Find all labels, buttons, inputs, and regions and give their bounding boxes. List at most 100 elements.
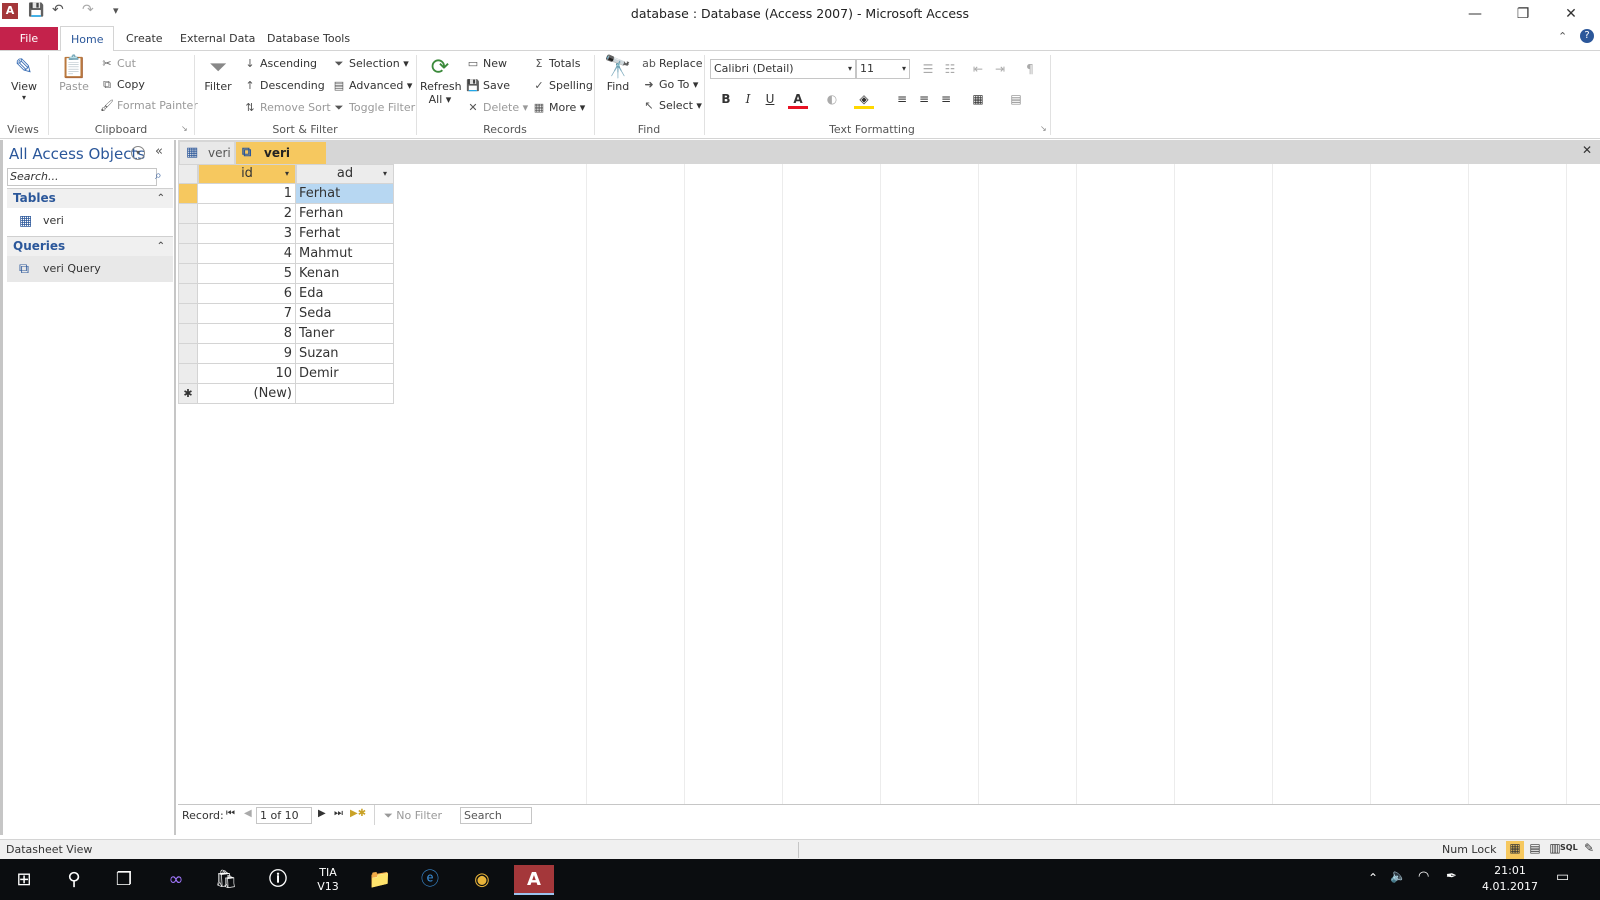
pivot-table-view-icon[interactable]: ▤ <box>1526 841 1544 855</box>
search-icon[interactable]: ⌕ <box>155 168 162 183</box>
numbering-icon[interactable]: ☷ <box>940 59 960 79</box>
nav-pane-menu-icon[interactable]: ▾ <box>131 146 145 160</box>
no-filter-indicator[interactable]: ⏷ No Filter <box>384 809 442 823</box>
tab-external-data[interactable]: External Data <box>170 26 265 51</box>
close-button[interactable]: ✕ <box>1548 0 1594 28</box>
refresh-all-button[interactable]: ⟳ Refresh All ▾ <box>420 55 462 106</box>
decrease-indent-icon[interactable]: ⇤ <box>968 59 988 79</box>
underline-button[interactable]: U <box>760 89 780 109</box>
nav-section-tables[interactable]: Tables ⌃ <box>7 188 173 208</box>
next-record-icon[interactable]: ▶ <box>318 808 326 819</box>
doc-tab-veri-query[interactable]: ⧉ veri Query <box>236 142 326 182</box>
cell-id[interactable]: 7 <box>198 304 296 324</box>
edge-icon[interactable]: ⓔ <box>410 865 450 895</box>
record-selector[interactable] <box>178 244 198 264</box>
column-header-id[interactable]: id ▾ <box>198 164 296 184</box>
gridlines-icon[interactable]: ▦ <box>968 89 988 109</box>
visual-studio-icon[interactable]: ∞ <box>156 865 196 895</box>
record-selector[interactable] <box>178 264 198 284</box>
store-icon[interactable]: 🛍 <box>206 865 246 895</box>
paragraph-direction-icon[interactable]: ¶ <box>1020 59 1040 79</box>
dialog-launcher-icon[interactable]: ↘ <box>1040 124 1047 133</box>
save-record-button[interactable]: 💾 Save <box>466 79 510 92</box>
shutter-bar-collapse-icon[interactable]: « <box>155 144 163 159</box>
italic-button[interactable]: I <box>738 89 758 109</box>
restore-button[interactable]: ❐ <box>1500 0 1546 28</box>
cell-id[interactable]: 1 <box>198 184 296 204</box>
tab-database-tools[interactable]: Database Tools <box>257 26 360 51</box>
cell-ad[interactable]: Ferhan <box>296 204 394 224</box>
record-selector[interactable] <box>178 324 198 344</box>
cell-ad[interactable]: Seda <box>296 304 394 324</box>
align-center-icon[interactable]: ≡ <box>914 89 934 109</box>
font-family-select[interactable]: Calibri (Detail) ▾ <box>710 59 856 79</box>
cell-ad[interactable]: Taner <box>296 324 394 344</box>
show-hidden-icons-icon[interactable]: ⌃ <box>1368 871 1378 885</box>
highlight-color-icon[interactable]: ◈ <box>854 89 874 109</box>
cut-button[interactable]: ✂ Cut <box>100 57 136 70</box>
cell-ad[interactable]: Demir <box>296 364 394 384</box>
tab-home[interactable]: Home <box>60 26 115 52</box>
network-icon[interactable]: ◠ <box>1418 869 1429 884</box>
record-selector[interactable] <box>178 224 198 244</box>
bold-button[interactable]: B <box>716 89 736 109</box>
cell-ad[interactable]: Eda <box>296 284 394 304</box>
toggle-filter-button[interactable]: ⏷ Toggle Filter <box>332 101 416 115</box>
action-center-icon[interactable]: ▭ <box>1556 869 1569 885</box>
advanced-button[interactable]: ▤ Advanced ▾ <box>332 79 413 92</box>
current-record-field[interactable]: 1 of 10 <box>256 807 312 824</box>
pen-icon[interactable]: ✒ <box>1446 869 1457 884</box>
increase-indent-icon[interactable]: ⇥ <box>990 59 1010 79</box>
column-filter-dropdown-icon[interactable]: ▾ <box>383 165 387 183</box>
bullets-icon[interactable]: ☰ <box>918 59 938 79</box>
cell-ad[interactable]: Ferhat <box>296 184 394 204</box>
nav-search-input[interactable]: Search... <box>7 168 157 186</box>
dialog-launcher-icon[interactable]: ↘ <box>181 124 188 133</box>
collapse-ribbon-icon[interactable]: ⌃ <box>1558 30 1567 43</box>
more-button[interactable]: ▦ More ▾ <box>532 101 586 114</box>
new-record-button[interactable]: ▭ New <box>466 57 507 70</box>
ascending-button[interactable]: ↓ Ascending <box>243 57 317 70</box>
previous-record-icon[interactable]: ◀ <box>244 808 252 819</box>
record-selector[interactable] <box>178 344 198 364</box>
design-view-icon[interactable]: ✎ <box>1584 841 1594 855</box>
minimize-button[interactable]: — <box>1452 0 1498 28</box>
format-painter-button[interactable]: 🖌 Format Painter <box>100 99 198 112</box>
cell-id[interactable]: 9 <box>198 344 296 364</box>
cell-id[interactable]: 6 <box>198 284 296 304</box>
font-size-select[interactable]: 11 ▾ <box>856 59 910 79</box>
task-view-icon[interactable]: ❐ <box>104 865 144 895</box>
alternate-row-color-icon[interactable]: ▤ <box>1006 89 1026 109</box>
datasheet-view-icon[interactable]: ▦ <box>1506 841 1524 859</box>
cell-id[interactable]: 4 <box>198 244 296 264</box>
tab-file[interactable]: File <box>0 27 58 50</box>
nav-item-veri-query[interactable]: ⧉ veri Query <box>7 256 173 282</box>
new-record-nav-icon[interactable]: ▶✱ <box>350 808 366 819</box>
remove-sort-button[interactable]: ⇅ Remove Sort <box>243 101 330 114</box>
selection-button[interactable]: ⏷ Selection ▾ <box>332 57 409 71</box>
spelling-button[interactable]: ✓ Spelling <box>532 79 592 92</box>
replace-button[interactable]: ab Replace <box>642 57 702 70</box>
record-selector[interactable] <box>178 364 198 384</box>
select-button[interactable]: ↖ Select ▾ <box>642 99 702 112</box>
align-left-icon[interactable]: ≡ <box>892 89 912 109</box>
goto-button[interactable]: ➜ Go To ▾ <box>642 78 698 91</box>
descending-button[interactable]: ↑ Descending <box>243 79 324 92</box>
cell-ad[interactable]: Kenan <box>296 264 394 284</box>
windows-start-icon[interactable]: ⊞ <box>4 865 44 895</box>
record-selector[interactable] <box>178 304 198 324</box>
tia-portal-icon[interactable]: TIA V13 <box>308 865 348 895</box>
doc-tab-veri[interactable]: ▦ veri <box>180 142 234 164</box>
new-row-ad-cell[interactable] <box>296 384 394 404</box>
totals-button[interactable]: Σ Totals <box>532 57 581 70</box>
access-taskbar-icon[interactable]: A <box>514 865 554 895</box>
taskbar-clock[interactable]: 21:01 4.01.2017 <box>1482 863 1538 895</box>
align-right-icon[interactable]: ≡ <box>936 89 956 109</box>
help-icon[interactable]: ? <box>1580 29 1594 43</box>
volume-icon[interactable]: 🔈 <box>1390 869 1406 884</box>
select-all-corner[interactable] <box>178 164 198 184</box>
search-icon[interactable]: ⚲ <box>54 865 94 895</box>
tab-create[interactable]: Create <box>116 26 173 51</box>
nav-section-queries[interactable]: Queries ⌃ <box>7 236 173 256</box>
new-row-id-cell[interactable]: (New) <box>198 384 296 404</box>
